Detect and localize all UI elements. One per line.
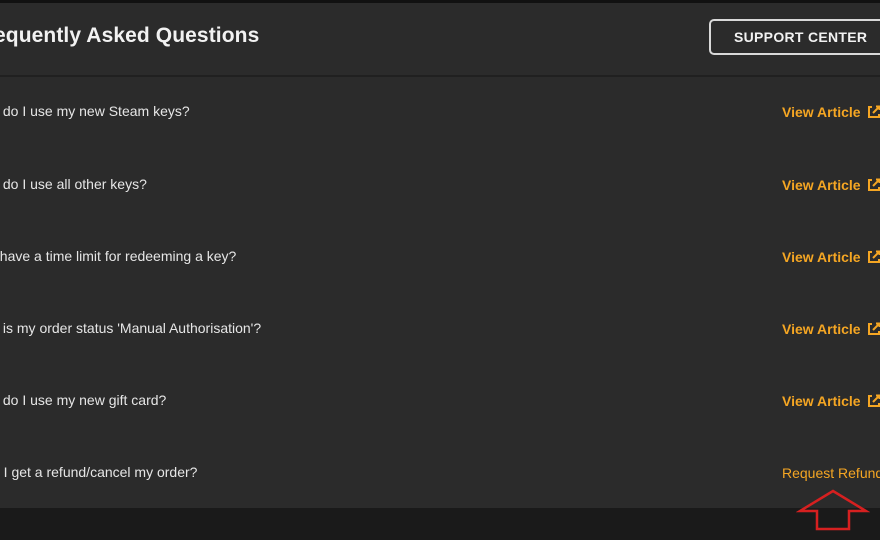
faq-header: equently Asked Questions SUPPORT CENTER xyxy=(0,3,880,77)
faq-panel: equently Asked Questions SUPPORT CENTER … xyxy=(0,3,880,508)
view-article-link[interactable]: View Article xyxy=(782,104,880,122)
faq-question[interactable]: I have a time limit for redeeming a key? xyxy=(0,248,236,264)
faq-question[interactable]: v do I use my new gift card? xyxy=(0,392,166,408)
faq-question[interactable]: v do I use my new Steam keys? xyxy=(0,103,190,119)
bottom-strip xyxy=(0,508,880,540)
faq-question[interactable]: y is my order status 'Manual Authorisati… xyxy=(0,320,261,336)
faq-item: v do I use my new Steam keys? View Artic… xyxy=(0,103,880,153)
up-arrow-icon xyxy=(795,489,871,531)
page-title: equently Asked Questions xyxy=(0,24,260,47)
faq-item: v do I use all other keys? View Article xyxy=(0,176,880,226)
faq-item: v do I use my new gift card? View Articl… xyxy=(0,392,880,442)
faq-item: n I get a refund/cancel my order? Reques… xyxy=(0,464,880,514)
view-article-label: View Article xyxy=(782,393,861,409)
faq-question[interactable]: v do I use all other keys? xyxy=(0,176,147,192)
view-article-label: View Article xyxy=(782,321,861,337)
view-article-link[interactable]: View Article xyxy=(782,177,880,195)
view-article-link[interactable]: View Article xyxy=(782,249,880,267)
view-article-label: View Article xyxy=(782,177,861,193)
view-article-link[interactable]: View Article xyxy=(782,321,880,339)
external-edit-icon xyxy=(867,250,880,267)
view-article-label: View Article xyxy=(782,249,861,265)
external-edit-icon xyxy=(867,394,880,411)
faq-item: y is my order status 'Manual Authorisati… xyxy=(0,320,880,370)
external-edit-icon xyxy=(867,322,880,339)
faq-question[interactable]: n I get a refund/cancel my order? xyxy=(0,464,197,480)
external-edit-icon xyxy=(867,178,880,195)
faq-screen: equently Asked Questions SUPPORT CENTER … xyxy=(0,0,880,540)
view-article-link[interactable]: View Article xyxy=(782,393,880,411)
view-article-label: View Article xyxy=(782,104,861,120)
request-refund-link[interactable]: Request Refund xyxy=(782,465,880,481)
faq-item: I have a time limit for redeeming a key?… xyxy=(0,248,880,298)
external-edit-icon xyxy=(867,105,880,122)
support-center-button[interactable]: SUPPORT CENTER xyxy=(709,19,880,55)
